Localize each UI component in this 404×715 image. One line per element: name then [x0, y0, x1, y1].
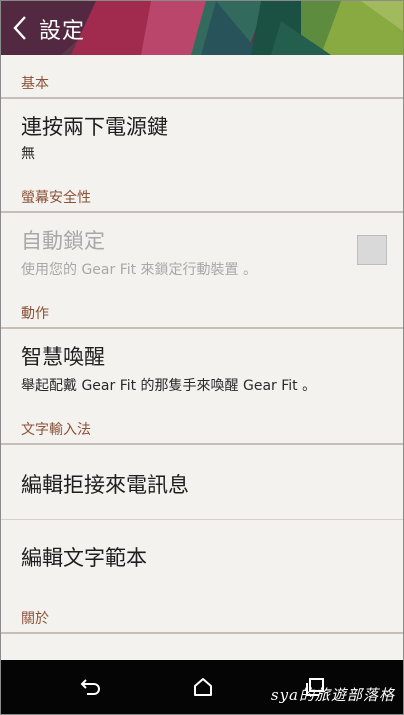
section-header-basic: 基本	[1, 55, 403, 99]
smart-wake-description: 舉起配戴 Gear Fit 的那隻手來喚醒 Gear Fit 。	[21, 378, 317, 394]
navigation-bar: sya的旅遊部落格	[1, 660, 403, 714]
section-header-label: 關於	[21, 611, 49, 627]
back-arrow-icon	[80, 679, 100, 695]
section-header-screen-security: 螢幕安全性	[1, 169, 403, 213]
section-header-text-input: 文字輸入法	[1, 401, 403, 445]
section-header-about: 關於	[1, 590, 403, 634]
section-header-label: 螢幕安全性	[21, 190, 91, 206]
back-button[interactable]	[5, 11, 35, 45]
double-press-power-key-item[interactable]: 連按兩下電源鍵 無	[1, 99, 403, 169]
settings-screen: 設定 基本 連按兩下電源鍵 無 螢幕安全性 自動鎖定 使用您的 Gear Fit…	[0, 0, 404, 715]
double-press-power-key-title: 連按兩下電源鍵	[21, 115, 168, 139]
section-header-label: 基本	[21, 76, 49, 92]
section-header-motion: 動作	[1, 285, 403, 329]
smart-wake-title: 智慧喚醒	[21, 345, 105, 369]
section-header-label: 動作	[21, 306, 49, 322]
section-divider	[1, 632, 403, 634]
auto-lock-title: 自動鎖定	[21, 229, 105, 253]
chevron-left-icon	[13, 16, 26, 40]
double-press-power-key-value: 無	[21, 146, 35, 162]
auto-lock-item[interactable]: 自動鎖定 使用您的 Gear Fit 來鎖定行動裝置 。	[1, 213, 403, 285]
nav-back-button[interactable]	[73, 670, 109, 704]
edit-reject-messages-title: 編輯拒接來電訊息	[21, 473, 189, 497]
nav-home-button[interactable]	[185, 670, 221, 704]
blog-watermark: sya的旅遊部落格	[270, 686, 395, 704]
edit-reject-messages-item[interactable]: 編輯拒接來電訊息	[1, 445, 403, 519]
app-bar: 設定	[1, 1, 403, 55]
smart-wake-item[interactable]: 智慧喚醒 舉起配戴 Gear Fit 的那隻手來喚醒 Gear Fit 。	[1, 329, 403, 401]
edit-text-templates-title: 編輯文字範本	[21, 546, 147, 570]
home-icon	[194, 678, 212, 696]
section-header-label: 文字輸入法	[21, 422, 91, 438]
edit-text-templates-item[interactable]: 編輯文字範本	[1, 520, 403, 594]
page-title: 設定	[39, 19, 86, 44]
auto-lock-checkbox[interactable]	[357, 235, 387, 265]
auto-lock-description: 使用您的 Gear Fit 來鎖定行動裝置 。	[21, 262, 258, 278]
